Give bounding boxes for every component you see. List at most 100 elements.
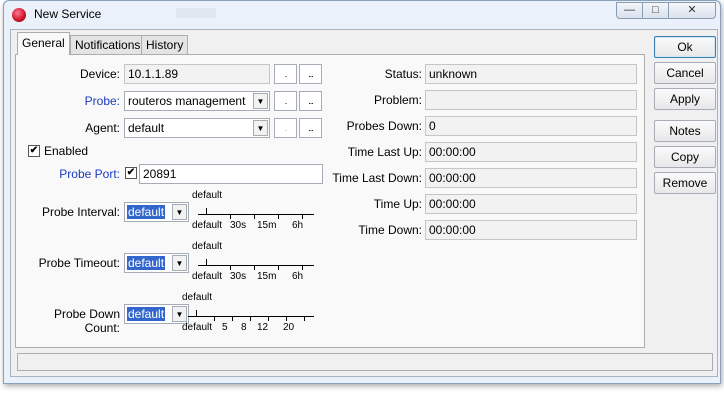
probe-port-checkbox[interactable]: ✔ [125,167,137,179]
slider-tick [286,316,287,321]
general-panel: Device: 10.1.1.89 . ... Probe: routeros … [15,54,645,348]
slider-tick [250,316,251,321]
status-bar [17,353,713,371]
probes-down-label: Probes Down: [346,119,422,133]
chevron-down-icon[interactable]: ▼ [172,255,187,271]
slider-tick [214,316,215,321]
device-field[interactable]: 10.1.1.89 [124,64,270,84]
agent-label: Agent: [85,121,120,135]
device-more-button[interactable]: ... [299,64,322,84]
probe-down-count-top-label: default [182,292,213,303]
probe-interval-tick-label: default [192,220,223,231]
probe-interval-tick-label: 30s [230,220,247,231]
title-ghost [176,8,216,18]
probe-timeout-value: default [127,256,166,270]
slider-tick [302,214,303,219]
probe-down-count-thumb[interactable] [196,310,197,317]
chevron-down-icon[interactable]: ▼ [172,306,187,322]
window-title: New Service [34,7,102,21]
probe-down-count-tick-label: 12 [257,322,269,333]
probe-interval-tick-label: 15m [257,220,277,231]
cancel-button[interactable]: Cancel [654,62,716,84]
maximize-button[interactable]: □ [642,2,669,19]
notes-button[interactable]: Notes [654,120,716,142]
slider-tick [268,316,269,321]
probe-interval-tick-label: 6h [292,220,304,231]
probe-down-count-tick-label: 8 [241,322,247,333]
probe-combo[interactable]: routeros management ▼ [124,91,270,111]
enabled-checkbox[interactable]: ✔ [28,145,40,157]
probe-label[interactable]: Probe: [16,94,120,108]
probe-timeout-label: Probe Timeout: [38,256,120,270]
time-last-up-field: 00:00:00 [425,142,637,162]
probe-timeout-top-label: default [192,241,223,252]
problem-label: Problem: [373,93,422,107]
ok-button[interactable]: Ok [654,36,716,58]
probe-timeout-tick-label: default [192,271,223,282]
time-last-down-label: Time Last Down: [332,171,422,185]
probe-interval-label: Probe Interval: [41,205,120,219]
probe-down-count-track[interactable] [188,316,314,317]
probe-timeout-track[interactable] [198,265,314,266]
chevron-down-icon[interactable]: ▼ [253,120,268,136]
time-down-field: 00:00:00 [425,220,637,240]
probe-port-field[interactable]: 20891 [139,164,323,184]
title-bar: New Service — □ ✕ [4,1,720,29]
probe-port-label[interactable]: Probe Port: [16,167,120,181]
agent-value: default [128,121,165,135]
probe-timeout-select[interactable]: default ▼ [124,253,189,273]
probe-interval-top-label: default [192,190,223,201]
agent-more-button[interactable]: ... [299,118,322,138]
close-button[interactable]: ✕ [668,2,716,19]
copy-button[interactable]: Copy [654,146,716,168]
probe-value: routeros management [128,94,246,108]
tab-general[interactable]: General [17,32,70,55]
time-down-label: Time Down: [358,223,422,237]
probe-timeout-thumb[interactable] [206,259,207,266]
minimize-button[interactable]: — [616,2,643,19]
probe-pick-button[interactable]: . [274,91,297,111]
chevron-down-icon[interactable]: ▼ [253,93,268,109]
probe-interval-select[interactable]: default ▼ [124,202,189,222]
agent-combo[interactable]: default ▼ [124,118,270,138]
time-last-down-field: 00:00:00 [425,168,637,188]
tab-notifications[interactable]: Notifications [70,35,146,54]
slider-tick [254,214,255,219]
slider-tick [304,316,305,321]
device-pick-button[interactable]: . [274,64,297,84]
probe-timeout-tick-label: 15m [257,271,277,282]
probe-interval-value: default [127,205,166,219]
status-field: unknown [425,64,637,84]
probe-interval-track[interactable] [198,214,314,215]
probe-down-count-label: Probe Down Count: [53,307,120,335]
probe-down-count-tick-label: default [182,322,213,333]
time-up-field: 00:00:00 [425,194,637,214]
tab-history[interactable]: History [141,35,189,54]
probe-down-count-tick-label: 5 [222,322,228,333]
probe-interval-thumb[interactable] [206,208,207,215]
new-service-window: New Service — □ ✕ General Notifications … [3,0,721,384]
status-label: Status: [384,67,422,81]
slider-tick [254,265,255,270]
slider-tick [278,265,279,270]
probe-down-count-select[interactable]: default ▼ [124,304,189,324]
agent-pick-button[interactable]: . [274,118,297,138]
time-last-up-label: Time Last Up: [347,145,422,159]
probe-down-count-tick-label: 20 [283,322,295,333]
dialog-client: General Notifications History Device: 10… [10,29,718,377]
slider-tick [230,214,231,219]
problem-field [425,90,637,110]
app-icon [12,8,26,22]
apply-button[interactable]: Apply [654,88,716,110]
slider-tick [230,265,231,270]
remove-button[interactable]: Remove [654,172,716,194]
slider-tick [278,214,279,219]
probe-down-count-value: default [127,307,166,321]
chevron-down-icon[interactable]: ▼ [172,204,187,220]
device-label: Device: [79,67,120,81]
time-up-label: Time Up: [373,197,422,211]
probe-more-button[interactable]: ... [299,91,322,111]
slider-tick [232,316,233,321]
enabled-label: Enabled [44,144,89,158]
probes-down-field: 0 [425,116,637,136]
